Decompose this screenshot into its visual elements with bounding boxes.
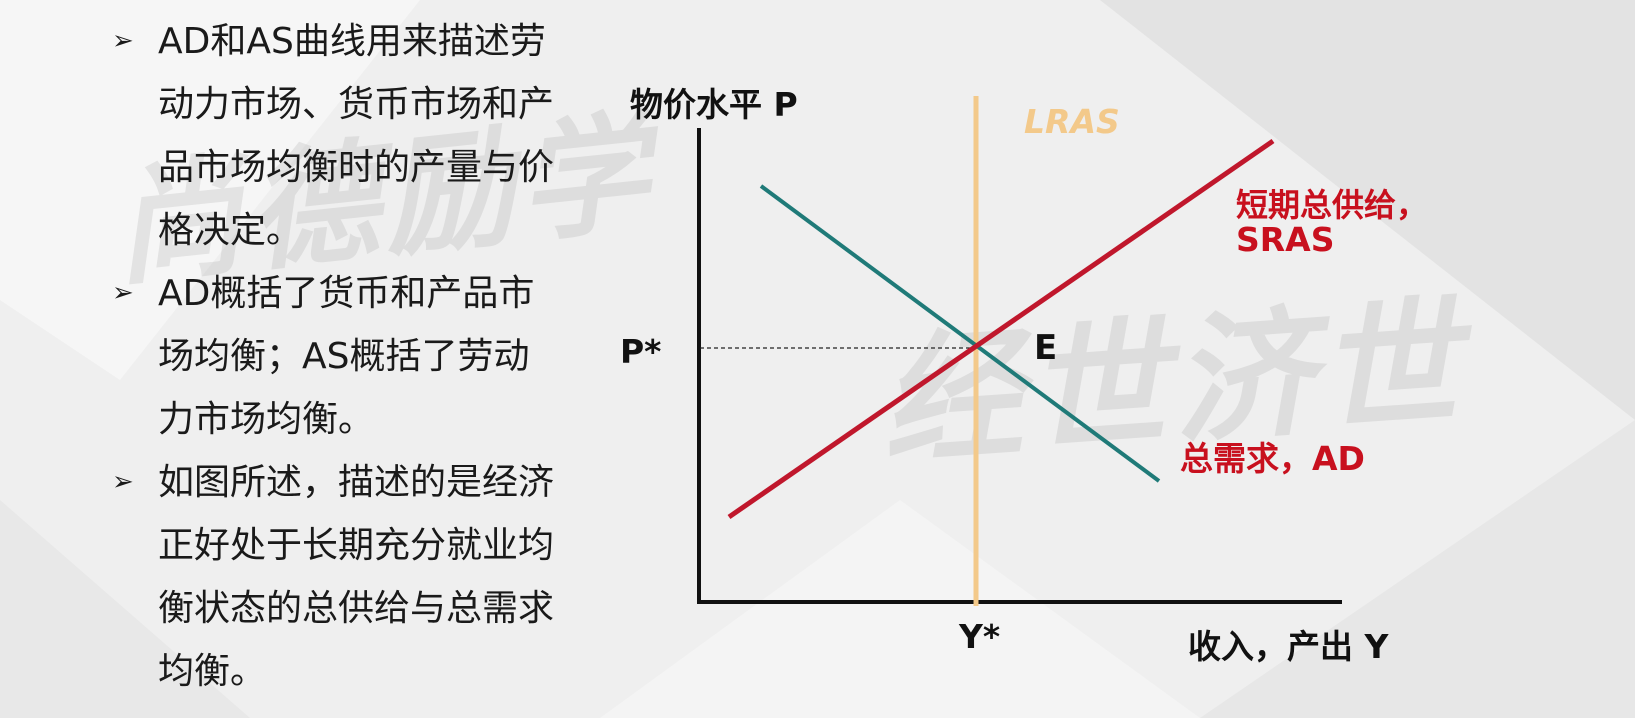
price-label: P* xyxy=(620,332,662,371)
sras-label-line2: SRAS xyxy=(1236,220,1335,259)
x-axis-label: 收入，产出 Y xyxy=(1188,627,1389,666)
ad-label: 总需求，AD xyxy=(1180,439,1365,478)
lras-label: LRAS xyxy=(1024,102,1120,141)
output-label: Y* xyxy=(959,617,1001,656)
y-axis-label: 物价水平 P xyxy=(630,85,798,124)
equilibrium-label: E xyxy=(1034,328,1058,368)
ad-as-diagram xyxy=(697,96,1342,606)
ad-line xyxy=(759,184,1161,483)
